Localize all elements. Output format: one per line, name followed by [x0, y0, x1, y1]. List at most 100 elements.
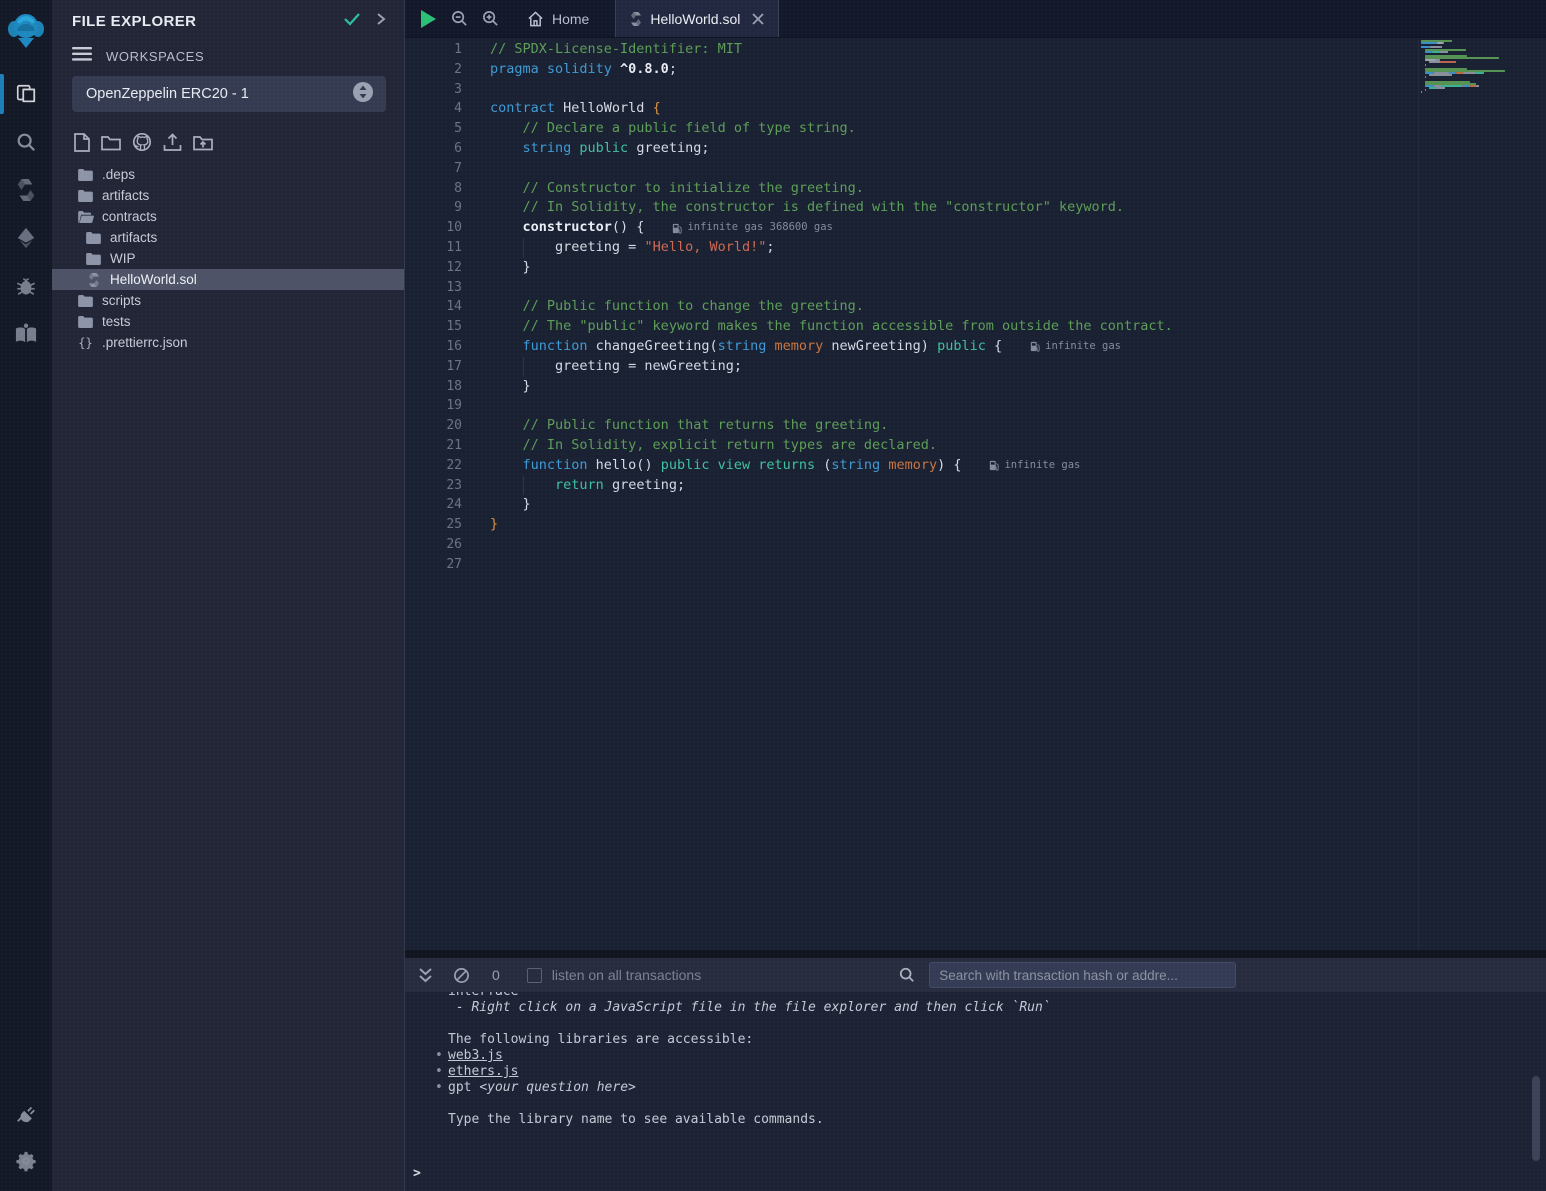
collapse-panel-chevron-icon[interactable]	[375, 12, 386, 31]
code-line: 26	[405, 535, 1546, 555]
settings-gear-icon[interactable]	[0, 1137, 52, 1185]
code-line-content: }	[462, 495, 531, 515]
code-line-content: constructor() {infinite gas 368600 gas	[462, 218, 833, 238]
workspace-select[interactable]: OpenZeppelin ERC20 - 1	[72, 76, 386, 112]
bullet: •	[435, 1064, 443, 1080]
terminal-line: Type the library name to see available c…	[405, 1112, 1546, 1128]
tab-label: Home	[552, 11, 589, 27]
workspaces-label: WORKSPACES	[106, 49, 204, 64]
code-line-content: // Public function that returns the gree…	[462, 416, 888, 436]
file-explorer-toolbar	[52, 112, 404, 162]
code-line-content: // In Solidity, the constructor is defin…	[462, 198, 1124, 218]
code-line: 18 }	[405, 377, 1546, 397]
github-icon[interactable]	[132, 132, 152, 152]
line-number: 7	[405, 159, 462, 179]
tree-item-artifacts[interactable]: artifacts	[52, 185, 404, 206]
terminal-resize-handle[interactable]	[405, 950, 1546, 958]
file-explorer-icon[interactable]	[0, 70, 52, 118]
web3-js-link[interactable]: web3.js	[448, 1048, 503, 1063]
tree-item-scripts[interactable]: scripts	[52, 290, 404, 311]
zoom-in-icon[interactable]	[482, 10, 499, 27]
tab-helloworld-sol[interactable]: HelloWorld.sol	[615, 0, 779, 37]
terminal-output: interface - Right click on a JavaScript …	[405, 992, 1546, 1191]
code-line: 10 constructor() {infinite gas 368600 ga…	[405, 218, 1546, 238]
folder-icon	[77, 190, 94, 202]
line-number: 19	[405, 396, 462, 416]
tree-item-contracts[interactable]: contracts	[52, 206, 404, 227]
line-number: 21	[405, 436, 462, 456]
tree-item-tests[interactable]: tests	[52, 311, 404, 332]
terminal-prompt[interactable]: >	[405, 1166, 1546, 1182]
search-icon[interactable]	[0, 118, 52, 166]
tree-item-label: tests	[102, 314, 131, 329]
tree-item-label: HelloWorld.sol	[110, 272, 197, 287]
code-line-content: string public greeting;	[462, 139, 709, 159]
gas-estimate-badge: infinite gas 368600 gas	[672, 218, 832, 238]
plugin-manager-icon[interactable]	[0, 1089, 52, 1137]
terminal-scrollbar[interactable]	[1532, 1076, 1540, 1161]
code-line-content	[462, 159, 490, 179]
gas-pump-icon	[672, 223, 682, 234]
code-line: 20 // Public function that returns the g…	[405, 416, 1546, 436]
clear-console-icon[interactable]	[453, 967, 470, 984]
line-number: 11	[405, 238, 462, 258]
accept-check-icon[interactable]	[343, 12, 361, 31]
zoom-out-icon[interactable]	[451, 10, 468, 27]
code-line: 16 function changeGreeting(string memory…	[405, 337, 1546, 357]
expand-terminal-icon[interactable]	[418, 967, 433, 983]
code-line-content: }	[462, 258, 531, 278]
close-tab-icon[interactable]	[752, 13, 764, 25]
listen-transactions-checkbox[interactable]	[527, 968, 542, 983]
folder-icon	[85, 232, 102, 244]
line-number: 8	[405, 179, 462, 199]
upload-file-icon[interactable]	[163, 133, 182, 152]
code-line-content: greeting = "Hello, World!";	[462, 238, 775, 258]
code-line-content: // SPDX-License-Identifier: MIT	[462, 40, 742, 60]
braces-icon: {}	[77, 336, 94, 350]
solidity-compiler-icon[interactable]	[0, 166, 52, 214]
gas-estimate-badge: infinite gas	[1030, 337, 1121, 357]
tree-item-helloworld-sol[interactable]: HelloWorld.sol	[52, 269, 404, 290]
editor-minimap[interactable]	[1418, 38, 1546, 950]
workspaces-menu-icon[interactable]	[72, 47, 92, 66]
tab-home[interactable]: Home	[513, 0, 603, 37]
line-number: 27	[405, 555, 462, 575]
line-number: 4	[405, 99, 462, 119]
tree-item-label: artifacts	[110, 230, 157, 245]
line-number: 10	[405, 218, 462, 238]
code-line-content: function changeGreeting(string memory ne…	[462, 337, 1121, 357]
transaction-count: 0	[492, 967, 500, 983]
new-file-icon[interactable]	[74, 133, 90, 152]
new-folder-icon[interactable]	[101, 134, 121, 151]
code-line: 19	[405, 396, 1546, 416]
load-folder-icon[interactable]	[193, 134, 213, 151]
solidity-file-icon	[630, 12, 642, 26]
tree-item-artifacts[interactable]: artifacts	[52, 227, 404, 248]
tree-item--prettierrc-json[interactable]: {}.prettierrc.json	[52, 332, 404, 353]
code-area[interactable]: 1// SPDX-License-Identifier: MIT2pragma …	[405, 38, 1546, 950]
workspace-sort-icon	[352, 81, 374, 108]
tree-item--deps[interactable]: .deps	[52, 164, 404, 185]
tree-item-label: WIP	[110, 251, 136, 266]
code-line: 5 // Declare a public field of type stri…	[405, 119, 1546, 139]
deploy-run-icon[interactable]	[0, 214, 52, 262]
bullet: •	[435, 1080, 443, 1096]
tree-item-wip[interactable]: WIP	[52, 248, 404, 269]
code-line: 6 string public greeting;	[405, 139, 1546, 159]
folder-icon	[85, 253, 102, 265]
code-line: 7	[405, 159, 1546, 179]
code-line-content: function hello() public view returns (st…	[462, 456, 1080, 476]
ethers-js-link[interactable]: ethers.js	[448, 1064, 518, 1079]
code-line-content: // Declare a public field of type string…	[462, 119, 856, 139]
terminal-search-icon[interactable]	[899, 967, 915, 983]
gas-pump-icon	[1030, 341, 1040, 352]
terminal-panel: 0 listen on all transactions interface -…	[405, 950, 1546, 1191]
learneth-icon[interactable]	[0, 310, 52, 358]
code-editor[interactable]: 1// SPDX-License-Identifier: MIT2pragma …	[405, 38, 1546, 950]
line-number: 6	[405, 139, 462, 159]
line-number: 16	[405, 337, 462, 357]
terminal-line	[405, 1096, 1546, 1112]
run-script-play-icon[interactable]	[419, 9, 437, 29]
debugger-icon[interactable]	[0, 262, 52, 310]
terminal-search-input[interactable]	[929, 962, 1236, 988]
